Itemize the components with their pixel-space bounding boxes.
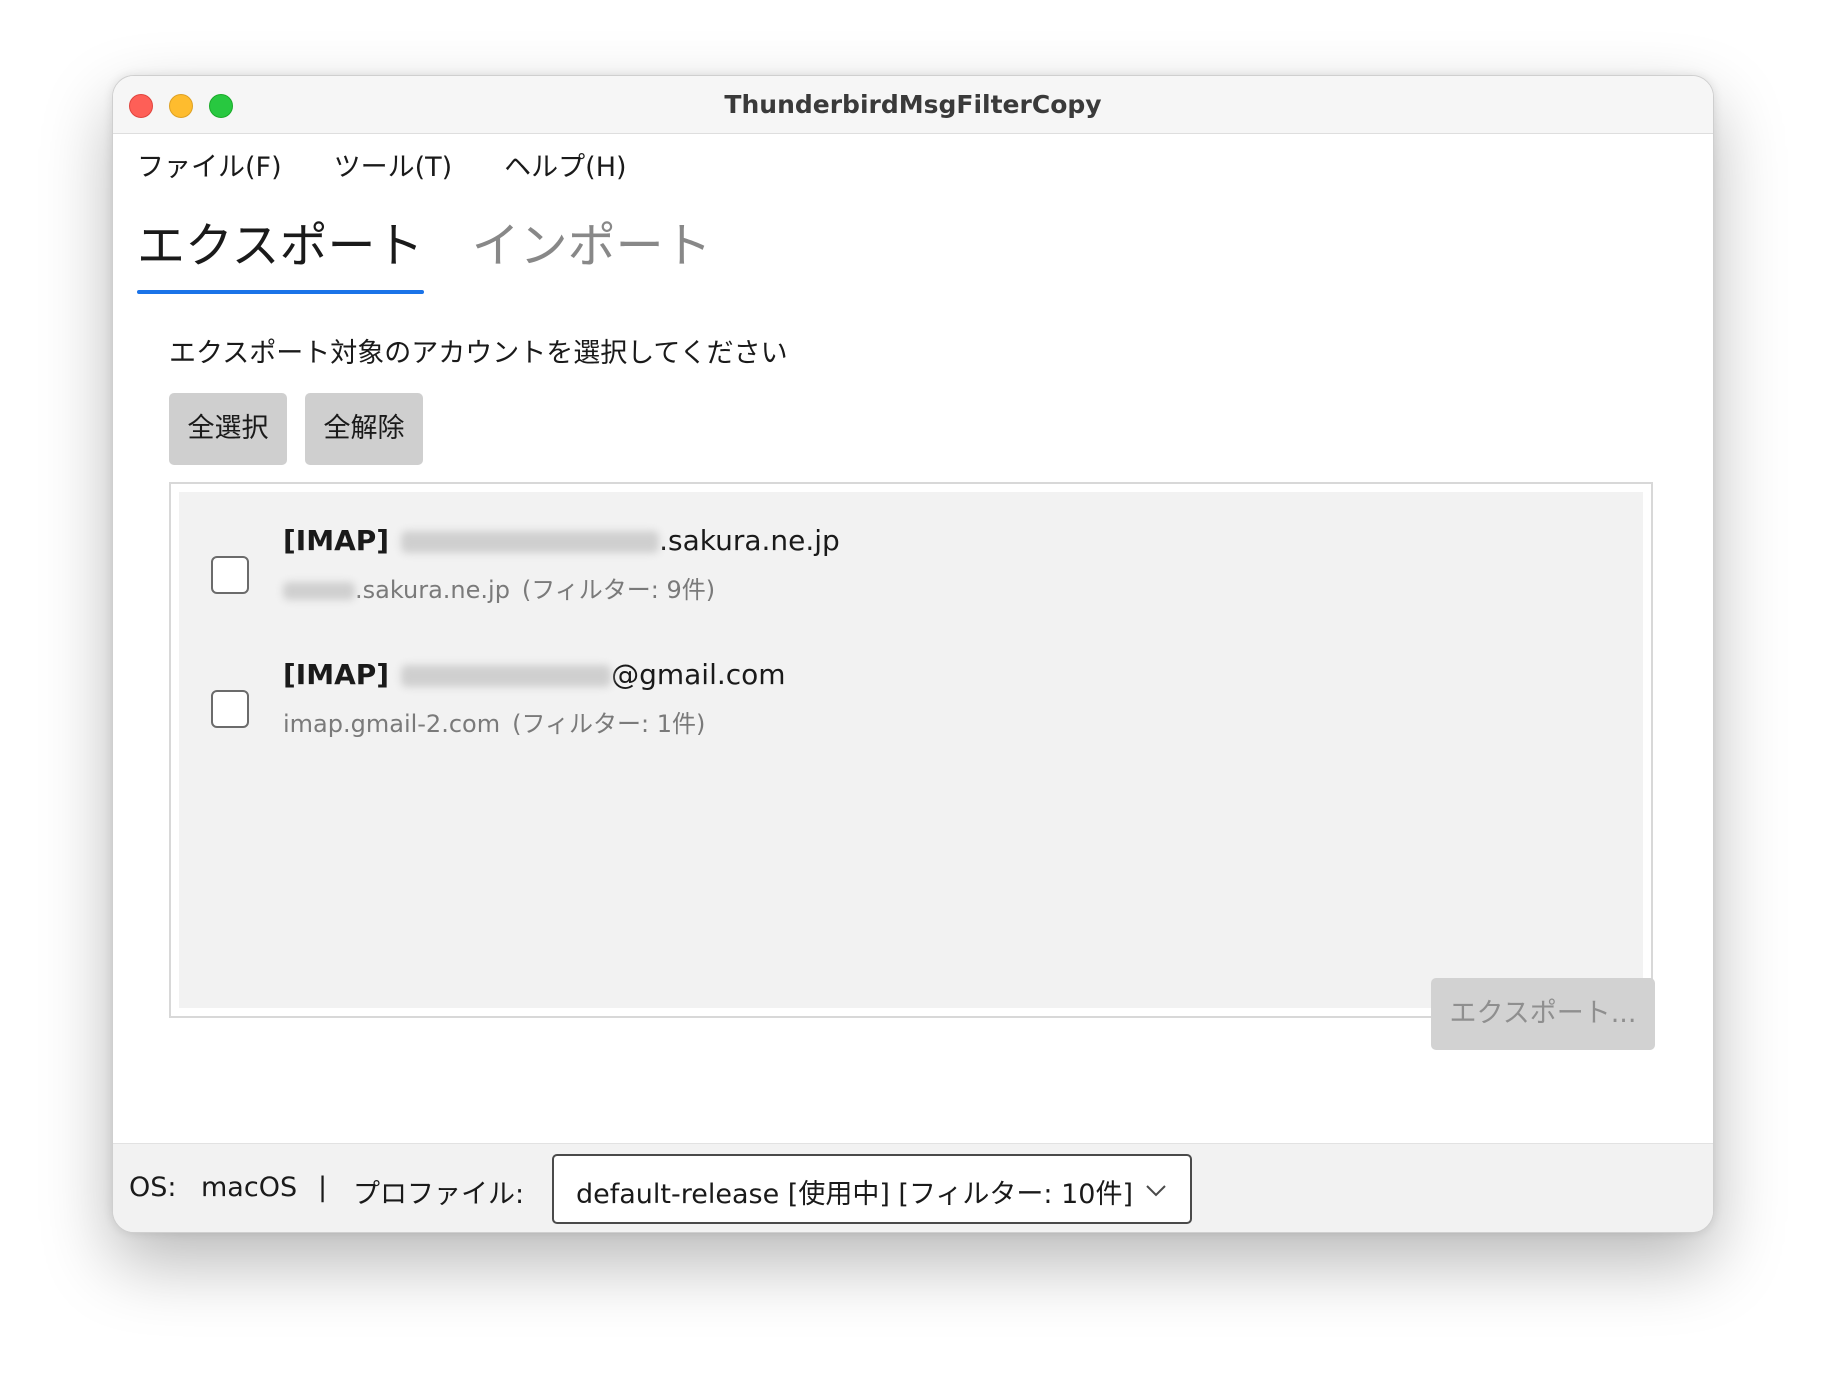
deselect-all-button[interactable]: 全解除 bbox=[305, 393, 423, 465]
redacted-email-user bbox=[401, 665, 612, 687]
export-instruction: エクスポート対象のアカウントを選択してください bbox=[169, 338, 788, 369]
account-list-body: [IMAP] .sakura.ne.jp .sakura.ne.jp (フィルター:… bbox=[179, 492, 1643, 1008]
os-value: macOS bbox=[201, 1172, 298, 1203]
account-email-suffix: @gmail.com bbox=[611, 658, 786, 691]
menu-file[interactable]: ファイル(F) bbox=[137, 146, 282, 190]
account-email-suffix: .sakura.ne.jp bbox=[659, 524, 840, 557]
account-checkbox-sakura[interactable] bbox=[211, 556, 249, 594]
redacted-email-user bbox=[401, 531, 660, 553]
app-window: ThunderbirdMsgFilterCopy ファイル(F) ツール(T) … bbox=[112, 75, 1714, 1233]
tab-bar: エクスポート インポート bbox=[137, 206, 760, 294]
list-item-account-gmail[interactable]: [IMAP] @gmail.com imap.gmail-2.com (フィルター:… bbox=[179, 648, 1643, 758]
account-type: [IMAP] bbox=[283, 524, 390, 557]
account-details: .sakura.ne.jp (フィルター: 9件) bbox=[283, 570, 715, 605]
account-details: imap.gmail-2.com (フィルター: 1件) bbox=[283, 704, 705, 739]
account-filter-count: (フィルター: 1件) bbox=[512, 710, 706, 738]
account-type: [IMAP] bbox=[283, 658, 390, 691]
account-server: imap.gmail-2.com bbox=[283, 710, 501, 738]
list-item-account-sakura[interactable]: [IMAP] .sakura.ne.jp .sakura.ne.jp (フィルター:… bbox=[179, 514, 1643, 624]
profile-select[interactable]: default-release [使用中] [フィルター: 10件] bbox=[552, 1154, 1192, 1224]
profile-label: プロファイル: bbox=[353, 1179, 525, 1210]
menu-bar: ファイル(F) ツール(T) ヘルプ(H) bbox=[137, 146, 627, 190]
account-filter-count: (フィルター: 9件) bbox=[521, 576, 716, 604]
status-separator: | bbox=[318, 1172, 328, 1203]
account-title: [IMAP] @gmail.com bbox=[283, 658, 786, 691]
tab-export[interactable]: エクスポート bbox=[137, 206, 424, 294]
select-all-button[interactable]: 全選択 bbox=[169, 393, 287, 465]
chevron-down-icon bbox=[1146, 1185, 1166, 1197]
status-bar: OS: macOS | プロファイル: default-release [使用中… bbox=[113, 1143, 1713, 1232]
account-title: [IMAP] .sakura.ne.jp bbox=[283, 524, 840, 557]
redacted-server-host bbox=[283, 582, 355, 600]
os-label: OS: bbox=[129, 1172, 177, 1203]
tab-import[interactable]: インポート bbox=[472, 206, 712, 286]
account-list: [IMAP] .sakura.ne.jp .sakura.ne.jp (フィルター:… bbox=[169, 482, 1653, 1018]
account-checkbox-gmail[interactable] bbox=[211, 690, 249, 728]
menu-tools[interactable]: ツール(T) bbox=[334, 146, 453, 190]
export-button[interactable]: エクスポート... bbox=[1431, 978, 1655, 1050]
menu-help[interactable]: ヘルプ(H) bbox=[504, 146, 626, 190]
window-title: ThunderbirdMsgFilterCopy bbox=[724, 90, 1102, 119]
profile-select-value: default-release [使用中] [フィルター: 10件] bbox=[576, 1179, 1133, 1210]
account-server-suffix: .sakura.ne.jp bbox=[355, 576, 510, 604]
title-bar[interactable]: ThunderbirdMsgFilterCopy bbox=[113, 76, 1713, 134]
